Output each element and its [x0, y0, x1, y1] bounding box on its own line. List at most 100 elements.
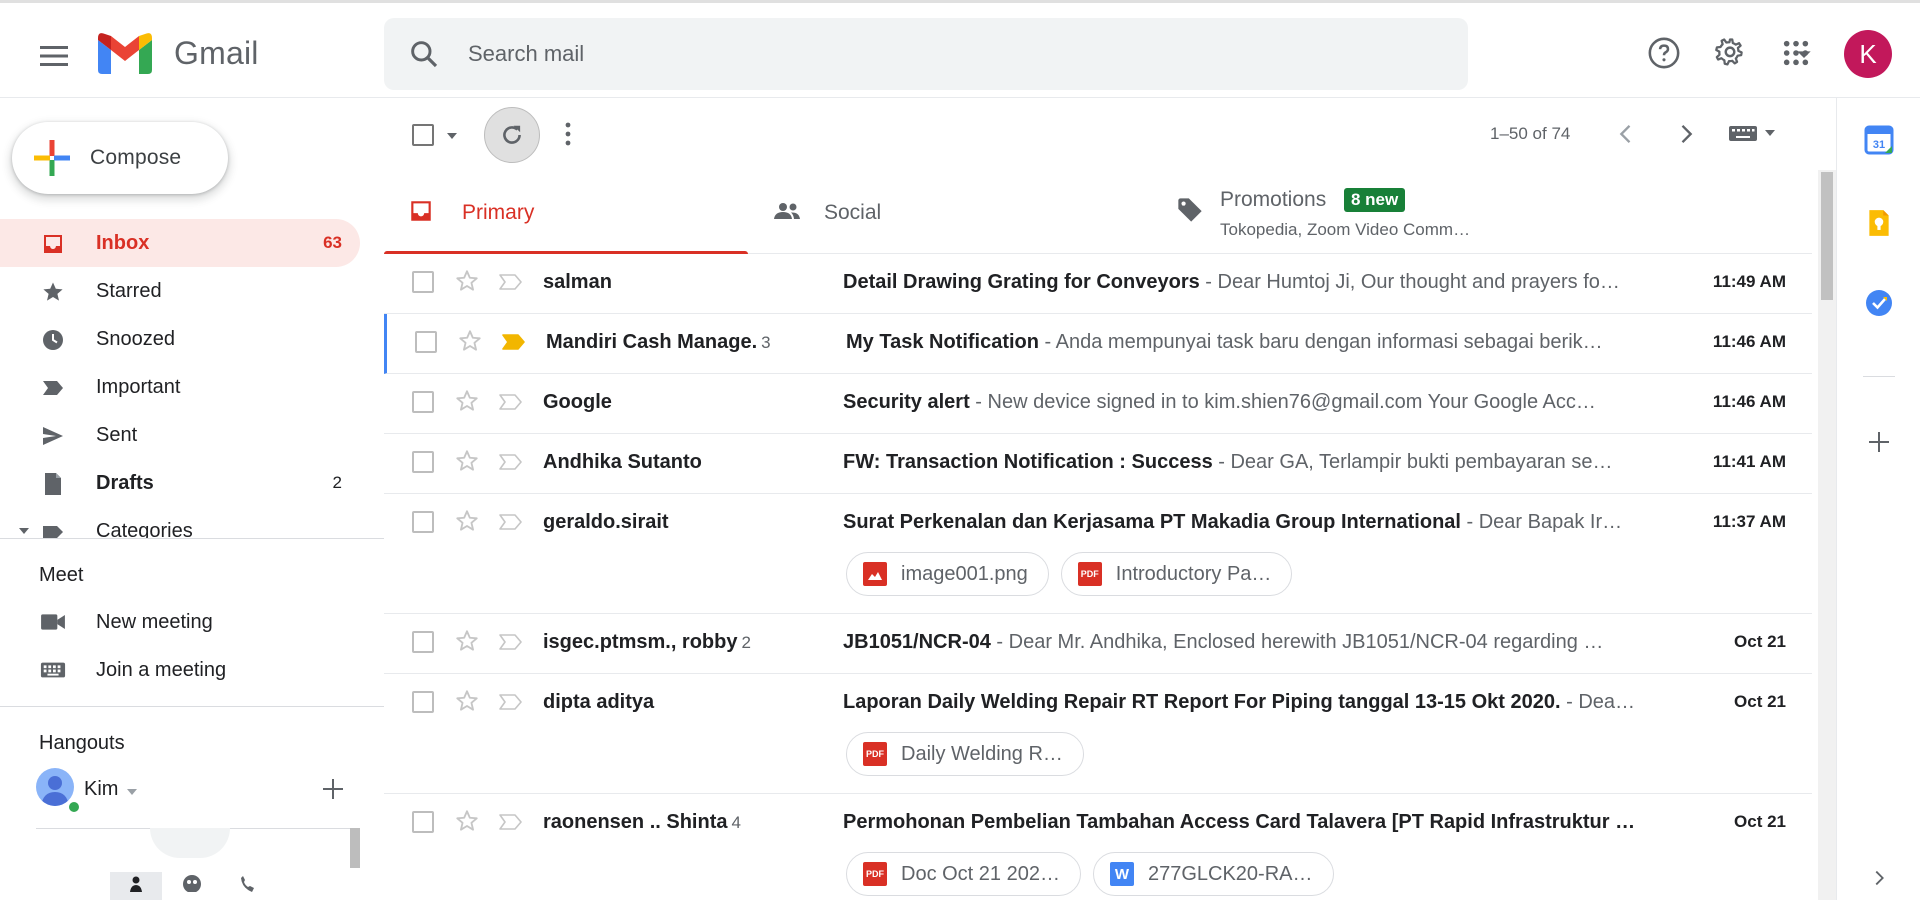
email-row[interactable]: Google Security alert - New device signed…: [384, 374, 1812, 434]
get-addons-button[interactable]: [1859, 422, 1899, 462]
sidebar-item-inbox[interactable]: Inbox 63: [0, 219, 360, 267]
important-marker-icon[interactable]: [498, 513, 524, 531]
sidebar-item-snoozed[interactable]: Snoozed: [0, 315, 360, 363]
email-content[interactable]: Surat Perkenalan dan Kerjasama PT Makadi…: [843, 511, 1647, 534]
email-content[interactable]: My Task Notification - Anda mempunyai ta…: [846, 331, 1650, 354]
email-content[interactable]: Detail Drawing Grating for Conveyors - D…: [843, 271, 1647, 294]
email-row[interactable]: isgec.ptmsm., robby 2 JB1051/NCR-04 - Dear…: [384, 614, 1812, 674]
more-actions-button[interactable]: [564, 120, 572, 148]
compose-button[interactable]: Compose: [12, 122, 228, 194]
email-row[interactable]: dipta aditya Laporan Daily Welding Repair…: [384, 674, 1812, 794]
newer-page-button[interactable]: [1612, 120, 1640, 148]
sidebar-item-categories[interactable]: Categories: [0, 507, 360, 539]
attachment-chip[interactable]: image001.png: [846, 552, 1049, 596]
calendar-button[interactable]: 31: [1859, 120, 1899, 160]
email-row[interactable]: salman Detail Drawing Grating for Conveyo…: [384, 254, 1812, 314]
new-conversation-button[interactable]: [322, 778, 344, 800]
row-select-checkbox[interactable]: [412, 511, 434, 533]
attachment-chip[interactable]: PDF Daily Welding R…: [846, 732, 1084, 776]
email-content[interactable]: JB1051/NCR-04 - Dear Mr. Andhika, Enclos…: [843, 631, 1647, 654]
hangouts-scrollbar[interactable]: [350, 828, 360, 868]
join-meeting-item[interactable]: Join a meeting: [0, 646, 384, 694]
quote-icon: [183, 875, 201, 892]
contacts-tab[interactable]: [110, 872, 162, 900]
attachment-chip[interactable]: W 277GLCK20-RA…: [1092, 852, 1334, 896]
attachment-chip[interactable]: PDF Introductory Pa…: [1060, 552, 1293, 596]
hangouts-user-avatar[interactable]: [36, 768, 74, 806]
star-icon[interactable]: [454, 268, 480, 294]
new-meeting-item[interactable]: New meeting: [0, 598, 384, 646]
conversations-tab[interactable]: [166, 872, 218, 900]
important-marker-icon[interactable]: [498, 813, 524, 831]
email-subject: Surat Perkenalan dan Kerjasama PT Makadi…: [843, 511, 1461, 533]
chevron-right-icon: [1875, 870, 1884, 886]
video-camera-icon: [40, 609, 66, 635]
email-content[interactable]: Permohonan Pembelian Tambahan Access Car…: [843, 811, 1647, 834]
sender-name: dipta aditya: [543, 691, 655, 713]
search-input[interactable]: [468, 38, 1368, 70]
email-time: 11:46 AM: [1712, 392, 1786, 411]
gmail-logo[interactable]: Gmail: [98, 32, 259, 74]
row-select-checkbox[interactable]: [412, 391, 434, 413]
email-content[interactable]: Security alert - New device signed in to…: [843, 391, 1647, 414]
star-icon[interactable]: [454, 448, 480, 474]
sidebar-item-important[interactable]: Important: [0, 363, 360, 411]
keep-button[interactable]: [1859, 203, 1899, 243]
important-marker-icon[interactable]: [498, 453, 524, 471]
tasks-button[interactable]: [1859, 283, 1899, 323]
email-content[interactable]: FW: Transaction Notification : Success -…: [843, 451, 1647, 474]
sidebar-item-starred[interactable]: Starred: [0, 267, 360, 315]
account-avatar[interactable]: K: [1844, 30, 1892, 78]
select-all-checkbox[interactable]: [412, 124, 434, 146]
online-status-dot: [67, 800, 81, 814]
star-icon[interactable]: [454, 628, 480, 654]
sidebar-item-drafts[interactable]: Drafts 2: [0, 459, 360, 507]
pagination-count: 1–50 of 74: [1490, 124, 1571, 143]
star-icon[interactable]: [454, 808, 480, 834]
select-options-chevron-icon[interactable]: [446, 132, 458, 140]
scrollbar-thumb[interactable]: [1821, 172, 1833, 300]
important-marker-icon[interactable]: [501, 333, 527, 351]
email-row[interactable]: geraldo.sirait Surat Perkenalan dan Kerja…: [384, 494, 1812, 614]
important-marker-icon[interactable]: [498, 693, 524, 711]
email-content[interactable]: Laporan Daily Welding Repair RT Report F…: [843, 691, 1647, 714]
email-list-scrollbar[interactable]: [1818, 170, 1836, 900]
main-menu-button[interactable]: [28, 30, 80, 82]
important-marker-icon[interactable]: [498, 393, 524, 411]
tab-promotions[interactable]: Promotions 8 new Tokopedia, Zoom Video C…: [1156, 170, 1812, 254]
calls-tab[interactable]: [222, 872, 274, 900]
star-icon[interactable]: [454, 508, 480, 534]
important-marker-icon[interactable]: [498, 633, 524, 651]
help-button[interactable]: [1638, 27, 1690, 79]
email-row[interactable]: raonensen .. Shinta 4 Permohonan Pembelian…: [384, 794, 1812, 900]
refresh-button[interactable]: [484, 107, 540, 163]
settings-button[interactable]: [1704, 27, 1756, 79]
row-select-checkbox[interactable]: [415, 331, 437, 353]
apps-button[interactable]: [1770, 27, 1822, 79]
star-icon[interactable]: [454, 388, 480, 414]
star-icon[interactable]: [454, 688, 480, 714]
row-select-checkbox[interactable]: [412, 451, 434, 473]
star-icon[interactable]: [457, 328, 483, 354]
important-marker-icon[interactable]: [498, 273, 524, 291]
input-tools-button[interactable]: [1728, 122, 1776, 144]
hangouts-user-name[interactable]: Kim: [84, 778, 118, 801]
email-row[interactable]: Andhika Sutanto FW: Transaction Notificat…: [384, 434, 1812, 494]
search-icon[interactable]: [408, 38, 440, 70]
row-select-checkbox[interactable]: [412, 271, 434, 293]
people-icon: [772, 198, 802, 224]
row-select-checkbox[interactable]: [412, 691, 434, 713]
sidebar-item-label: Important: [96, 375, 181, 398]
tab-social[interactable]: Social: [764, 170, 1128, 254]
row-select-checkbox[interactable]: [412, 811, 434, 833]
tab-primary[interactable]: Primary: [384, 170, 748, 255]
status-dropdown-icon[interactable]: [126, 788, 138, 796]
expand-caret-icon[interactable]: [18, 527, 30, 535]
search-bar[interactable]: [384, 18, 1811, 90]
row-select-checkbox[interactable]: [412, 631, 434, 653]
older-page-button[interactable]: [1672, 120, 1700, 148]
attachment-chip[interactable]: PDF Doc Oct 21 202…: [846, 852, 1081, 896]
show-side-panel-button[interactable]: [1859, 858, 1899, 898]
sidebar-item-sent[interactable]: Sent: [0, 411, 360, 459]
email-row[interactable]: Mandiri Cash Manage. 3 My Task Notificatio…: [384, 314, 1812, 374]
